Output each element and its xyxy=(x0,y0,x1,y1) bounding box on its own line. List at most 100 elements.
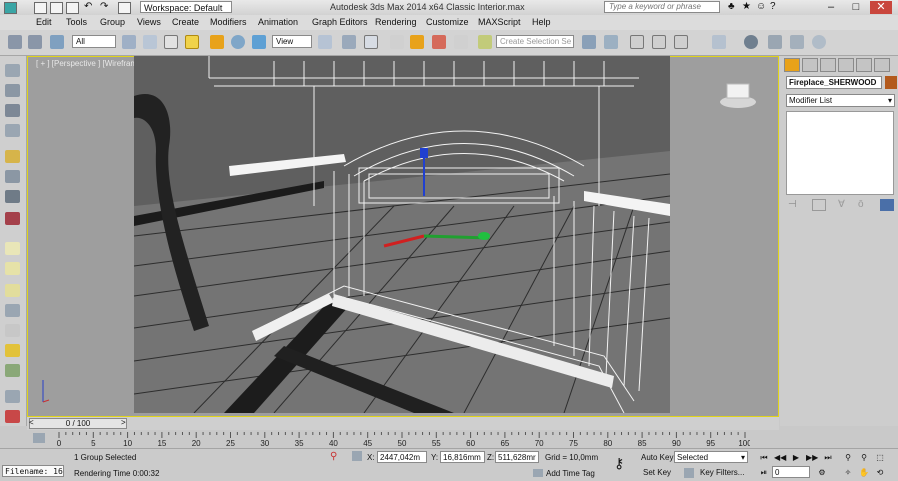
select-and-move-icon[interactable] xyxy=(210,35,224,49)
undo-icon[interactable]: ↶ xyxy=(84,2,95,12)
render-setup-icon[interactable] xyxy=(768,35,782,49)
workspace-dropdown[interactable]: Workspace: Default xyxy=(140,1,232,13)
close-icon[interactable]: ✕ xyxy=(870,1,892,14)
zoom-icon[interactable]: ⚲ xyxy=(842,452,854,463)
menu-help[interactable]: Help xyxy=(532,17,551,27)
select-manipulate-icon[interactable] xyxy=(342,35,356,49)
field-of-view-icon[interactable]: ✧ xyxy=(842,467,854,478)
viewcube-icon[interactable] xyxy=(718,80,758,110)
pan-view-icon[interactable]: ✋ xyxy=(858,467,870,478)
absolute-mode-icon[interactable] xyxy=(352,451,362,461)
slider-right-arrow-icon[interactable]: > xyxy=(121,418,126,427)
auto-key-button[interactable]: Auto Key xyxy=(641,453,673,462)
y-coordinate-field[interactable]: 16,816mm xyxy=(440,451,485,463)
go-to-end-icon[interactable]: ⏭ xyxy=(822,452,834,463)
menu-maxscript[interactable]: MAXScript xyxy=(478,17,521,27)
menu-views[interactable]: Views xyxy=(137,17,161,27)
minimize-icon[interactable]: – xyxy=(820,1,842,14)
pin-stack-icon[interactable]: ⊣ xyxy=(788,199,802,211)
left-tool-icon[interactable] xyxy=(5,324,20,337)
material-editor-icon[interactable] xyxy=(744,35,758,49)
subscription-icon[interactable]: ★ xyxy=(742,2,753,12)
add-time-tag-button[interactable]: Add Time Tag xyxy=(546,469,595,478)
current-frame-field[interactable]: 0 xyxy=(772,466,810,478)
time-configuration-icon[interactable]: ⚙ xyxy=(816,467,828,478)
modifier-stack[interactable] xyxy=(786,111,894,195)
mini-curve-editor-icon[interactable] xyxy=(33,433,45,443)
menu-graph-editors[interactable]: Graph Editors xyxy=(312,17,368,27)
save-icon[interactable] xyxy=(66,2,79,14)
orbit-icon[interactable]: ⟲ xyxy=(874,467,886,478)
modifier-list-dropdown[interactable]: Modifier List ▾ xyxy=(786,94,895,107)
go-to-start-icon[interactable]: ⏮ xyxy=(758,452,770,463)
link-icon[interactable] xyxy=(8,35,22,49)
motion-tab-icon[interactable] xyxy=(838,58,854,72)
show-end-result-icon[interactable] xyxy=(812,199,826,211)
perspective-viewport[interactable] xyxy=(134,56,670,413)
zoom-all-icon[interactable]: ⚲ xyxy=(858,452,870,463)
keyboard-shortcut-override-icon[interactable] xyxy=(364,35,378,49)
menu-create[interactable]: Create xyxy=(172,17,199,27)
configure-sets-icon[interactable] xyxy=(880,199,894,211)
key-mode-dropdown[interactable]: Selected ▾ xyxy=(674,451,748,463)
selection-filter-dropdown[interactable]: All xyxy=(72,35,116,48)
maxscript-listener[interactable]: Filename: 16 xyxy=(2,465,64,477)
key-filters-button[interactable]: Key Filters... xyxy=(700,468,744,477)
schematic-view-icon[interactable] xyxy=(712,35,726,49)
search-input[interactable] xyxy=(604,1,720,13)
viewport-label[interactable]: [ + ] [Perspective ] [Wireframe ] xyxy=(36,59,146,68)
select-and-scale-icon[interactable] xyxy=(252,35,266,49)
time-slider[interactable]: 0 / 100 xyxy=(29,418,127,429)
menu-tools[interactable]: Tools xyxy=(66,17,87,27)
angle-snap-icon[interactable] xyxy=(410,35,424,49)
help-icon[interactable]: ? xyxy=(770,2,781,12)
layer-manager-icon[interactable] xyxy=(630,35,644,49)
object-color-swatch[interactable] xyxy=(885,76,897,89)
mirror-icon[interactable] xyxy=(582,35,596,49)
left-tool-icon[interactable] xyxy=(5,364,20,377)
menu-group[interactable]: Group xyxy=(100,17,125,27)
utilities-tab-icon[interactable] xyxy=(874,58,890,72)
new-file-icon[interactable] xyxy=(34,2,47,14)
object-name-field[interactable]: Fireplace_SHERWOOD xyxy=(786,76,882,89)
menu-customize[interactable]: Customize xyxy=(426,17,469,27)
zoom-extents-icon[interactable]: ⬚ xyxy=(874,452,886,463)
maximize-icon[interactable]: □ xyxy=(845,1,867,14)
left-tool-icon[interactable] xyxy=(5,262,20,275)
left-tool-icon[interactable] xyxy=(5,212,20,225)
left-tool-icon[interactable] xyxy=(5,64,20,77)
x-coordinate-field[interactable]: 2447,042m xyxy=(377,451,427,463)
left-tool-icon[interactable] xyxy=(5,104,20,117)
rect-selection-icon[interactable] xyxy=(164,35,178,49)
edit-named-selection-icon[interactable] xyxy=(478,35,492,49)
unlink-icon[interactable] xyxy=(28,35,42,49)
hierarchy-tab-icon[interactable] xyxy=(820,58,836,72)
set-key-icon[interactable]: ⚷ xyxy=(614,455,624,472)
set-key-button[interactable]: Set Key xyxy=(643,468,671,477)
track-bar[interactable]: 0 5 10 15 20 25 30 35 40 45 50 55 60 65 70 75 80 85 90 95 10… xyxy=(55,432,752,448)
left-tool-icon[interactable] xyxy=(5,284,20,297)
pivot-center-icon[interactable] xyxy=(318,35,332,49)
open-file-icon[interactable] xyxy=(50,2,63,14)
create-tab-icon[interactable] xyxy=(784,58,800,72)
select-by-name-icon[interactable] xyxy=(143,35,157,49)
graphite-ribbon-icon[interactable] xyxy=(652,35,666,49)
redo-icon[interactable]: ↷ xyxy=(100,2,111,12)
spinner-snap-icon[interactable] xyxy=(454,35,468,49)
left-tool-icon[interactable] xyxy=(5,170,20,183)
project-folder-icon[interactable] xyxy=(118,2,131,14)
render-production-icon[interactable] xyxy=(812,35,826,49)
left-tool-icon[interactable] xyxy=(5,84,20,97)
rendered-frame-window-icon[interactable] xyxy=(790,35,804,49)
left-tool-icon[interactable] xyxy=(5,242,20,255)
named-selection-dropdown[interactable]: Create Selection Se xyxy=(496,35,574,48)
binoculars-icon[interactable]: ♣ xyxy=(728,2,739,12)
modify-tab-icon[interactable] xyxy=(802,58,818,72)
left-tool-icon[interactable] xyxy=(5,190,20,203)
left-tool-icon[interactable] xyxy=(5,410,20,423)
snaps-toggle-icon[interactable] xyxy=(390,35,404,49)
app-logo-icon[interactable] xyxy=(4,2,17,14)
time-slider-track[interactable]: 0 / 100 < > xyxy=(27,417,779,430)
curve-editor-icon[interactable] xyxy=(674,35,688,49)
remove-modifier-icon[interactable]: ō xyxy=(858,199,872,211)
